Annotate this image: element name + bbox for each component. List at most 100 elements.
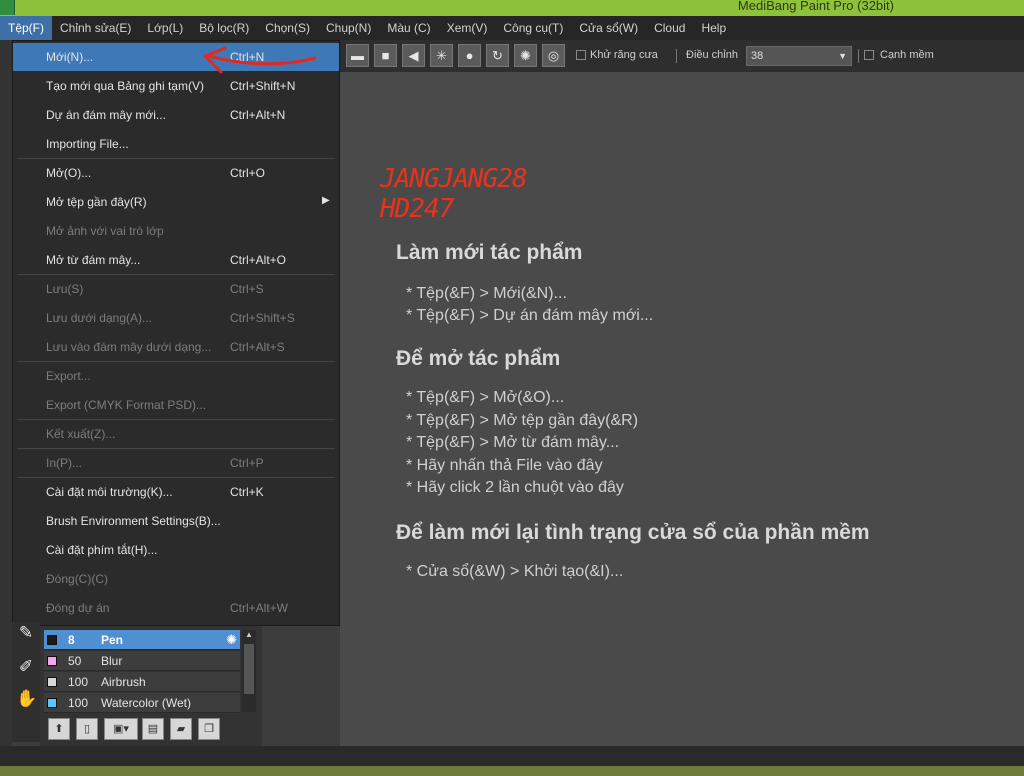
canvas-area[interactable]: JANGJANG28 HD247 Làm mới tác phẩm * Tệp(… bbox=[340, 72, 1024, 746]
duplicate-icon[interactable]: ❐ bbox=[198, 718, 220, 740]
left-tool-strip bbox=[0, 40, 12, 746]
menu-item-label: Đóng(C)(C) bbox=[46, 572, 109, 586]
target-icon[interactable]: ◎ bbox=[542, 44, 565, 67]
menu-item-label: Mở(O)... bbox=[46, 166, 92, 180]
menu-file[interactable]: Tệp(F) bbox=[0, 16, 52, 40]
menu-item-close-project[interactable]: Đóng dự án Ctrl+Alt+W bbox=[13, 594, 339, 622]
add-brush-dropdown-icon[interactable]: ▣▾ bbox=[104, 718, 138, 740]
brush-list-scrollbar[interactable]: ▲ bbox=[242, 630, 256, 712]
pen-tool-icon[interactable]: ✎ bbox=[16, 622, 36, 644]
menu-filter[interactable]: Bộ lọc(R) bbox=[191, 16, 257, 40]
menu-select[interactable]: Chọn(S) bbox=[257, 16, 318, 40]
help-line: * Hãy nhấn thả File vào đây bbox=[406, 457, 603, 474]
chevron-down-icon: ▼ bbox=[838, 51, 847, 61]
menu-item-label: Export (CMYK Format PSD)... bbox=[46, 398, 207, 412]
help-line: * Hãy click 2 lần chuột vào đây bbox=[406, 479, 624, 496]
menu-item-label: Mở tệp gần đây(R) bbox=[46, 195, 147, 209]
menu-item-environment-settings[interactable]: Cài đặt môi trường(K)... Ctrl+K bbox=[13, 478, 339, 506]
menu-item-shortcut: Ctrl+Alt+S bbox=[230, 340, 285, 354]
menu-item-close[interactable]: Đóng(C)(C) bbox=[13, 565, 339, 593]
brush-name: Airbrush bbox=[101, 675, 146, 689]
menu-item-shortcut-settings[interactable]: Cài đặt phím tắt(H)... bbox=[13, 536, 339, 564]
help-heading-reset: Để làm mới lại tình trạng cửa sổ của phầ… bbox=[396, 521, 870, 544]
menu-item-label: Tạo mới qua Bảng ghi tạm(V) bbox=[46, 79, 204, 93]
menu-tools[interactable]: Công cụ(T) bbox=[495, 16, 571, 40]
help-line: * Tệp(&F) > Mở tệp gần đây(&R) bbox=[406, 412, 639, 429]
window-title: MediBang Paint Pro (32bit) bbox=[737, 0, 894, 13]
adjust-dropdown[interactable]: 38 ▼ bbox=[746, 46, 852, 66]
menu-item-brush-environment-settings[interactable]: Brush Environment Settings(B)... bbox=[13, 507, 339, 535]
menu-item-open-as-layer[interactable]: Mở ảnh với vai trò lớp bbox=[13, 217, 339, 245]
menu-item-open[interactable]: Mở(O)... Ctrl+O bbox=[13, 159, 339, 187]
radial-line-icon[interactable]: ✳ bbox=[430, 44, 453, 67]
menu-item-open-from-cloud[interactable]: Mở từ đám mây... Ctrl+Alt+O bbox=[13, 246, 339, 274]
file-menu-dropdown: Mới(N)... Ctrl+N Tạo mới qua Bảng ghi tạ… bbox=[12, 40, 340, 626]
scrollbar-thumb[interactable] bbox=[244, 644, 254, 694]
antialias-checkbox[interactable] bbox=[576, 50, 586, 60]
gear-icon[interactable]: ✺ bbox=[226, 632, 237, 648]
folder-icon[interactable]: ▰ bbox=[170, 718, 192, 740]
menu-view[interactable]: Xem(V) bbox=[439, 16, 496, 40]
circle-select-icon[interactable]: ● bbox=[458, 44, 481, 67]
menu-item-label: Brush Environment Settings(B)... bbox=[46, 514, 221, 528]
menu-item-shortcut: Ctrl+Alt+W bbox=[230, 601, 289, 615]
help-line: * Tệp(&F) > Mới(&N)... bbox=[406, 285, 567, 302]
brush-color-swatch bbox=[47, 656, 57, 666]
menu-item-label: Đóng dự án bbox=[46, 601, 110, 615]
menu-item-importing-file[interactable]: Importing File... bbox=[13, 130, 339, 158]
hand-tool-icon[interactable]: ✋ bbox=[16, 688, 37, 710]
adjust-value: 38 bbox=[751, 50, 764, 62]
brush-row-blur[interactable]: 50 Blur bbox=[44, 651, 240, 671]
menu-item-label: Lưu(S) bbox=[46, 282, 84, 296]
menu-layer[interactable]: Lớp(L) bbox=[139, 16, 191, 40]
menu-item-save-as[interactable]: Lưu dưới dạng(A)... Ctrl+Shift+S bbox=[13, 304, 339, 332]
help-line: * Tệp(&F) > Dự án đám mây mới... bbox=[406, 307, 654, 324]
menu-item-label: Dự án đám mây mới... bbox=[46, 108, 166, 122]
menu-item-label: Cài đặt phím tắt(H)... bbox=[46, 543, 158, 557]
menu-item-label: Mở ảnh với vai trò lớp bbox=[46, 224, 164, 238]
menu-window[interactable]: Cửa sổ(W) bbox=[571, 16, 646, 40]
scroll-up-icon[interactable]: ▲ bbox=[245, 630, 253, 639]
brush-row-watercolor[interactable]: 100 Watercolor (Wet) bbox=[44, 693, 240, 713]
menu-item-render[interactable]: Kết xuất(Z)... bbox=[13, 420, 339, 448]
adjust-label: Điều chỉnh bbox=[686, 49, 738, 61]
menu-item-export-cmyk[interactable]: Export (CMYK Format PSD)... bbox=[13, 391, 339, 419]
soft-edge-checkbox[interactable] bbox=[864, 50, 874, 60]
menu-item-shortcut: Ctrl+O bbox=[230, 166, 266, 180]
upload-brush-icon[interactable]: ⬆ bbox=[48, 718, 70, 740]
title-bar: MediBang Paint Pro (32bit) bbox=[0, 0, 1024, 16]
menu-item-shortcut: Ctrl+Alt+O bbox=[230, 253, 287, 267]
curve-icon[interactable]: ↻ bbox=[486, 44, 509, 67]
antialias-label: Khử răng cưa bbox=[590, 49, 658, 61]
menu-item-shortcut: Ctrl+K bbox=[230, 485, 264, 499]
settings-gear-icon[interactable]: ✺ bbox=[514, 44, 537, 67]
brush-size: 100 bbox=[68, 675, 89, 689]
tool-options-bar: ▬ ■ ◀ ✳ ● ↻ ✺ ◎ Khử răng cưa Điều chỉnh … bbox=[340, 40, 1024, 73]
menu-edit[interactable]: Chỉnh sửa(E) bbox=[52, 16, 139, 40]
menu-item-shortcut: Ctrl+P bbox=[230, 456, 264, 470]
menu-item-shortcut: Ctrl+Shift+S bbox=[230, 311, 295, 325]
menu-item-label: In(P)... bbox=[46, 456, 83, 470]
menu-color[interactable]: Màu (C) bbox=[379, 16, 438, 40]
menu-item-save[interactable]: Lưu(S) Ctrl+S bbox=[13, 275, 339, 303]
watermark-line: HD247 bbox=[380, 194, 454, 224]
menu-item-export[interactable]: Export... bbox=[13, 362, 339, 390]
new-brush-icon[interactable]: ▯ bbox=[76, 718, 98, 740]
menu-cloud[interactable]: Cloud bbox=[646, 16, 693, 40]
fill-mode-icon[interactable]: ▬ bbox=[346, 44, 369, 67]
rectangle-select-icon[interactable]: ■ bbox=[374, 44, 397, 67]
help-heading-new: Làm mới tác phẩm bbox=[396, 241, 583, 264]
menu-item-open-recent[interactable]: Mở tệp gần đây(R) ▶ bbox=[13, 188, 339, 216]
menu-item-new-cloud-project[interactable]: Dự án đám mây mới... Ctrl+Alt+N bbox=[13, 101, 339, 129]
copy-brush-icon[interactable]: ▤ bbox=[142, 718, 164, 740]
menu-item-print[interactable]: In(P)... Ctrl+P bbox=[13, 449, 339, 477]
menu-item-save-to-cloud-as[interactable]: Lưu vào đám mây dưới dạng... Ctrl+Alt+S bbox=[13, 333, 339, 361]
menu-help[interactable]: Help bbox=[693, 16, 734, 40]
brush-row-airbrush[interactable]: 100 Airbrush bbox=[44, 672, 240, 692]
watermark-line: JANGJANG28 bbox=[380, 164, 528, 194]
polygon-select-icon[interactable]: ◀ bbox=[402, 44, 425, 67]
menu-item-label: Kết xuất(Z)... bbox=[46, 427, 116, 441]
eyedropper-icon[interactable]: ✐ bbox=[16, 656, 36, 678]
brush-row-pen[interactable]: 8 Pen ✺ bbox=[44, 630, 240, 650]
menu-snap[interactable]: Chụp(N) bbox=[318, 16, 379, 40]
